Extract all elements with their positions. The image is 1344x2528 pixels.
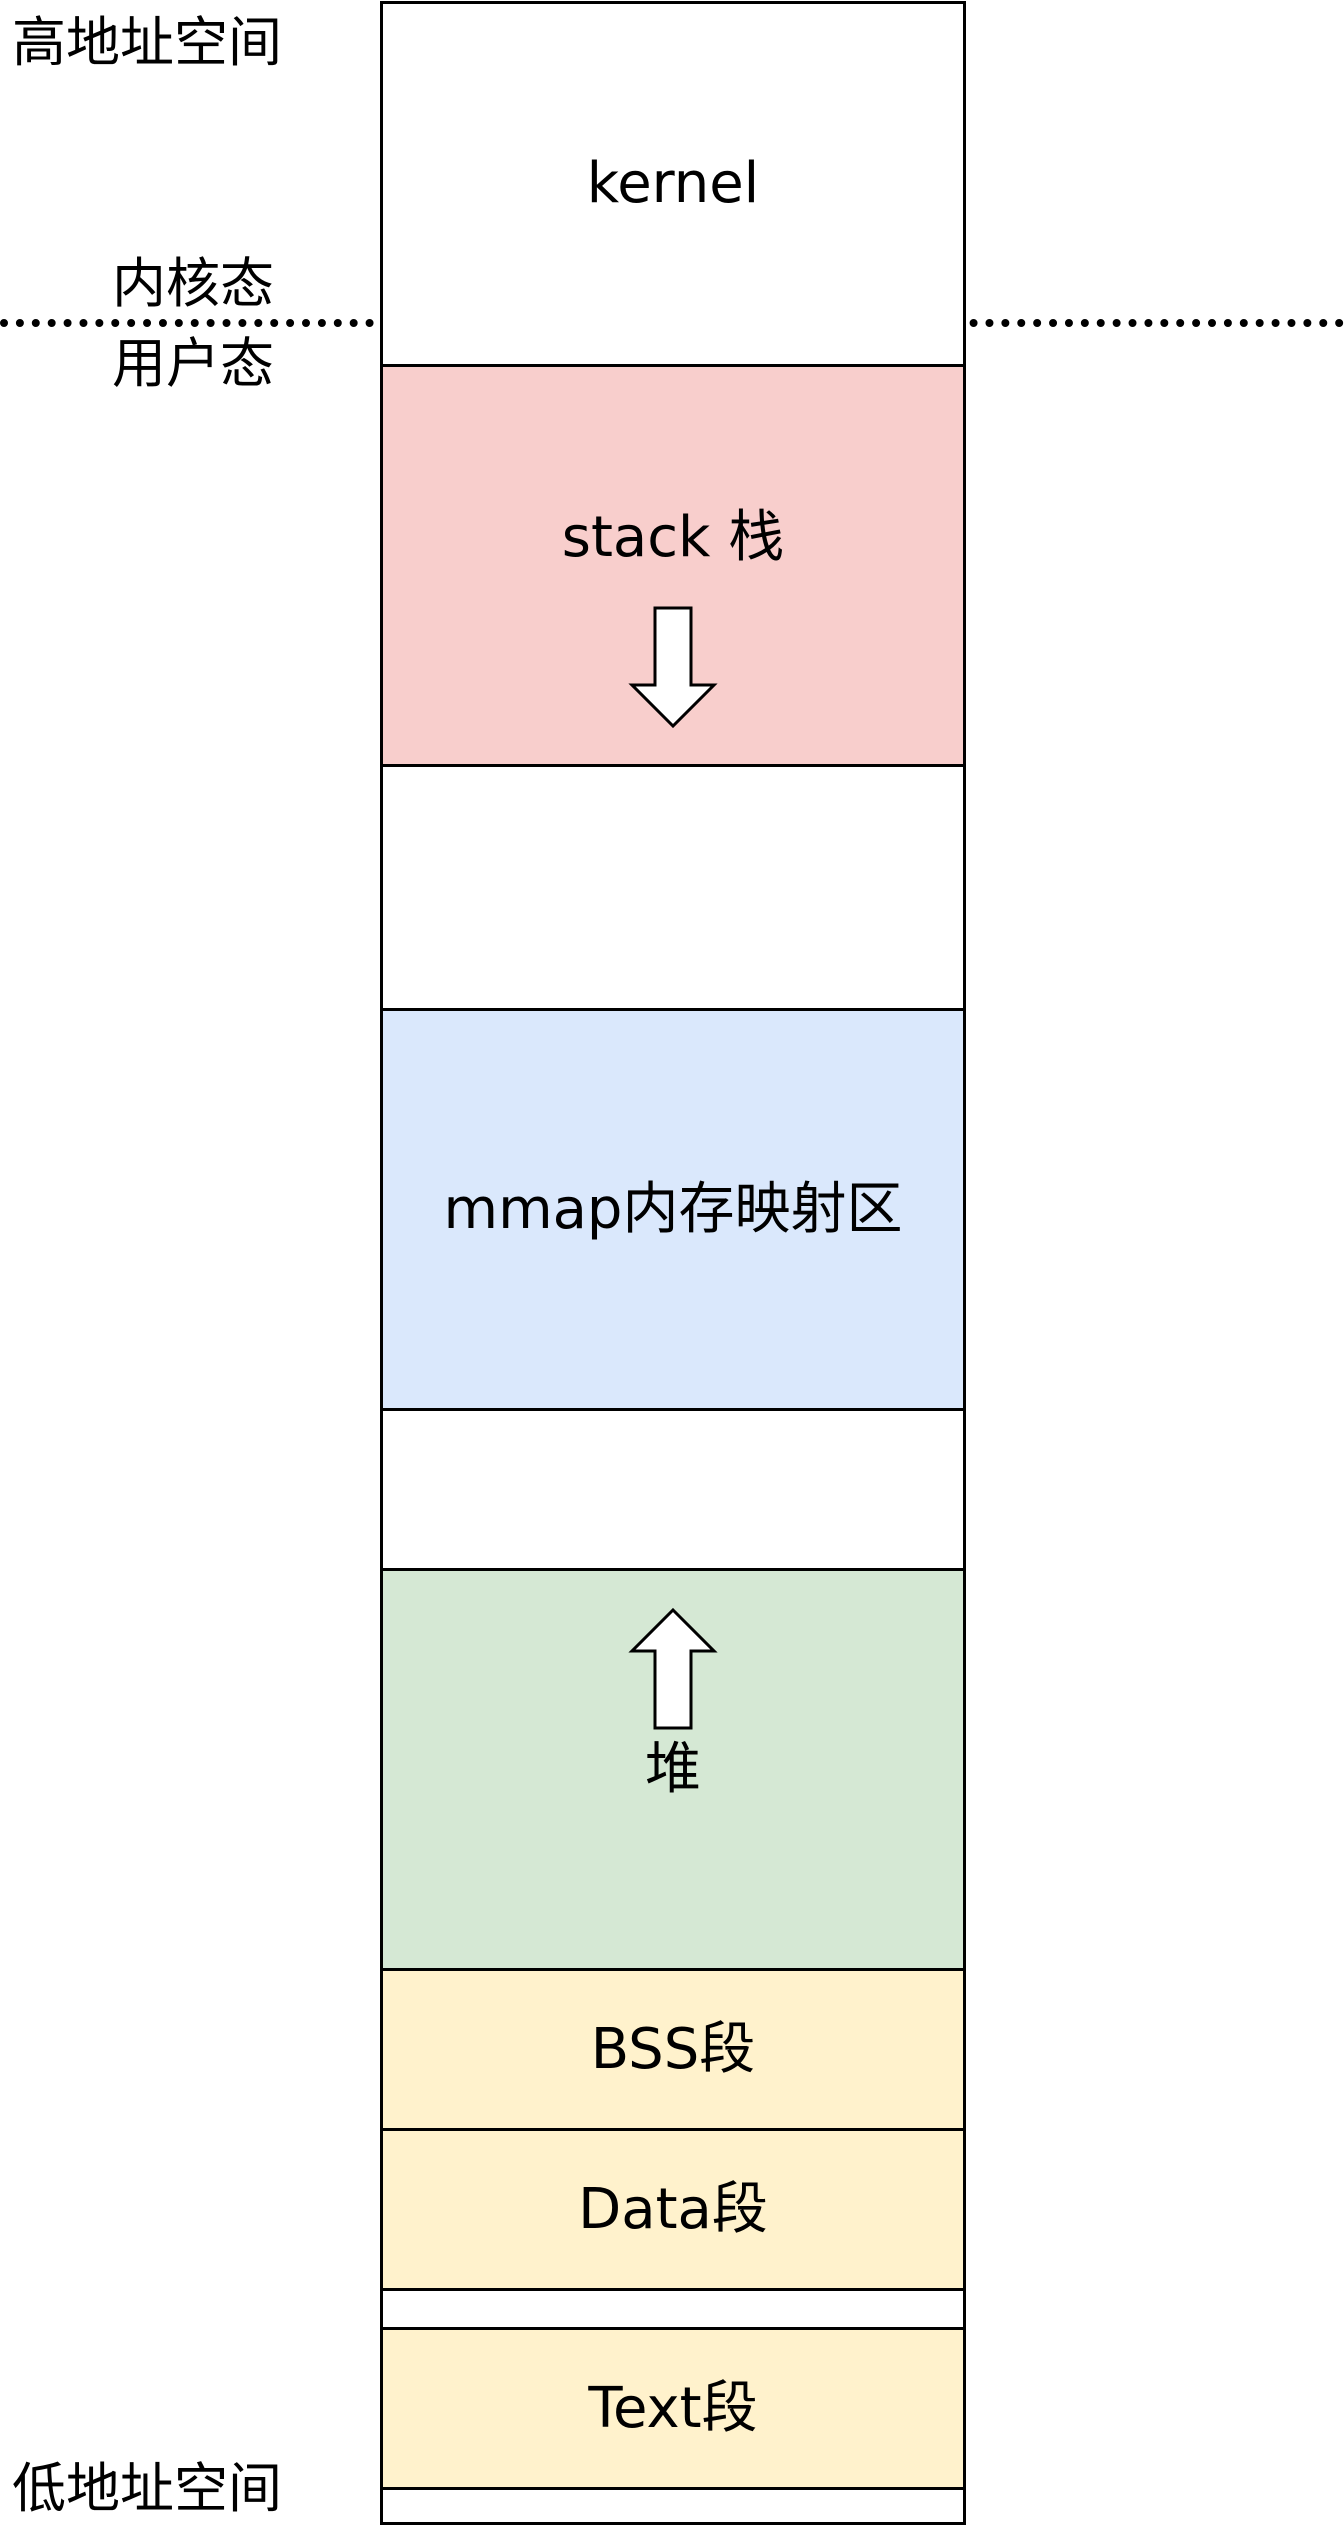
stack-segment-label: stack 栈 xyxy=(561,505,785,570)
reserved-gap xyxy=(380,2487,966,2525)
mmap-segment-label: mmap内存映射区 xyxy=(443,1176,903,1242)
bss-segment: BSS段 xyxy=(380,1968,966,2131)
heap-segment-label: 堆 xyxy=(645,1737,701,1802)
unmapped-gap xyxy=(380,1408,966,1571)
low-address-label: 低地址空间 xyxy=(12,2457,282,2520)
kernel-segment: kernel xyxy=(380,1,966,367)
data-segment: Data段 xyxy=(380,2128,966,2291)
arrow-down-icon xyxy=(628,606,718,729)
arrow-up-icon xyxy=(628,1607,718,1730)
unmapped-gap xyxy=(380,764,966,1011)
kernel-mode-label: 内核态 xyxy=(112,252,274,315)
kernel-segment-label: kernel xyxy=(586,151,760,216)
unmapped-gap xyxy=(380,2288,966,2330)
user-mode-label: 用户态 xyxy=(112,332,274,395)
text-segment-label: Text段 xyxy=(588,2375,758,2441)
data-segment-label: Data段 xyxy=(578,2176,768,2242)
bss-segment-label: BSS段 xyxy=(590,2016,756,2082)
mmap-segment: mmap内存映射区 xyxy=(380,1008,966,1411)
high-address-label: 高地址空间 xyxy=(12,11,282,74)
text-segment: Text段 xyxy=(380,2327,966,2490)
